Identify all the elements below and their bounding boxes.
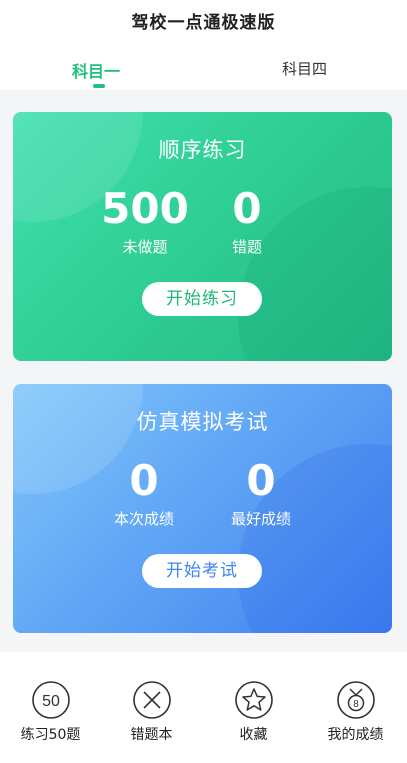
best-score: 0 <box>246 456 276 505</box>
wrong-count: 0 <box>232 184 262 233</box>
nav-label: 收藏 <box>239 727 268 743</box>
start-exam-button[interactable]: 开始考试 <box>142 554 262 588</box>
medal-icon: 8 <box>336 681 375 719</box>
svg-text:8: 8 <box>353 699 359 710</box>
practice-50-icon: 50 <box>31 681 70 719</box>
mock-exam-card[interactable]: 仿真模拟考试 0 本次成绩 0 最好成绩 开始考试 <box>13 384 392 633</box>
tab-subject-four[interactable]: 科目四 <box>282 58 327 79</box>
wrong-book-icon <box>132 681 171 719</box>
best-score-label: 最好成绩 <box>230 510 291 528</box>
bottom-nav: 50 练习50题 错题本 收藏 8 我的成绩 <box>0 652 407 763</box>
tab-subject-one[interactable]: 科目一 <box>72 58 120 82</box>
star-icon <box>234 681 273 719</box>
nav-label: 练习50题 <box>20 727 81 743</box>
sequential-practice-card[interactable]: 顺序练习 500 未做题 0 错题 开始练习 <box>13 112 392 361</box>
header: 驾校一点通极速版 科目一 科目四 <box>0 0 407 90</box>
start-practice-button[interactable]: 开始练习 <box>142 282 262 316</box>
nav-favorites[interactable]: 收藏 <box>203 680 304 744</box>
app-title: 驾校一点通极速版 <box>131 13 276 33</box>
nav-label: 我的成绩 <box>327 727 384 743</box>
tab-indicator <box>93 84 105 88</box>
svg-text:50: 50 <box>42 693 60 710</box>
wrong-label: 错题 <box>231 238 262 256</box>
nav-my-scores[interactable]: 8 我的成绩 <box>305 680 406 744</box>
card-title: 仿真模拟考试 <box>136 410 269 434</box>
nav-practice-50[interactable]: 50 练习50题 <box>0 680 101 744</box>
nav-wrong-book[interactable]: 错题本 <box>101 680 202 744</box>
nav-label: 错题本 <box>130 727 173 743</box>
card-title: 顺序练习 <box>158 138 247 162</box>
